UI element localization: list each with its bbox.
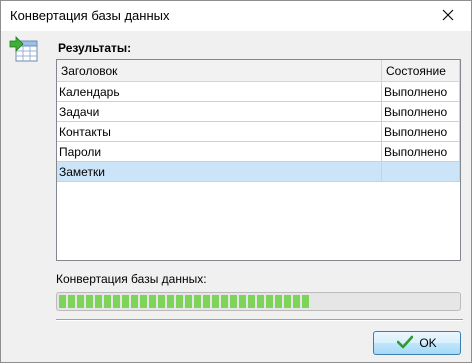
column-header-status[interactable]: Состояние — [382, 60, 460, 81]
row-title: Пароли — [57, 142, 382, 162]
row-status: Выполнено — [382, 82, 460, 102]
row-title: Заметки — [57, 162, 382, 182]
close-button[interactable] — [425, 1, 471, 31]
column-header-title[interactable]: Заголовок — [57, 60, 382, 81]
row-title: Календарь — [57, 82, 382, 102]
row-status — [382, 162, 460, 182]
row-status: Выполнено — [382, 142, 460, 162]
table-row[interactable]: Задачи Выполнено — [57, 102, 460, 122]
results-table[interactable]: Заголовок Состояние Календарь Выполнено … — [56, 59, 461, 261]
close-icon — [442, 9, 454, 24]
dialog-window: Конвертация базы данных Результаты: Заго… — [0, 0, 472, 363]
table-import-icon — [9, 35, 39, 65]
ok-button-label: OK — [419, 336, 437, 350]
row-title: Задачи — [57, 102, 382, 122]
table-row[interactable]: Пароли Выполнено — [57, 142, 460, 162]
table-row[interactable]: Календарь Выполнено — [57, 82, 460, 102]
table-row[interactable]: Контакты Выполнено — [57, 122, 460, 142]
row-status: Выполнено — [382, 102, 460, 122]
ok-button[interactable]: OK — [373, 331, 461, 355]
progress-label: Конвертация базы данных: — [56, 272, 207, 286]
progress-bar — [56, 292, 461, 311]
row-title: Контакты — [57, 122, 382, 142]
checkmark-icon — [397, 335, 414, 352]
title-bar: Конвертация базы данных — [1, 1, 471, 31]
row-status: Выполнено — [382, 122, 460, 142]
results-label: Результаты: — [58, 41, 132, 55]
window-title: Конвертация базы данных — [10, 8, 170, 23]
progress-bar-fill — [59, 295, 310, 308]
table-header: Заголовок Состояние — [57, 60, 460, 82]
separator — [56, 319, 463, 321]
table-row-selected[interactable]: Заметки — [57, 162, 460, 182]
